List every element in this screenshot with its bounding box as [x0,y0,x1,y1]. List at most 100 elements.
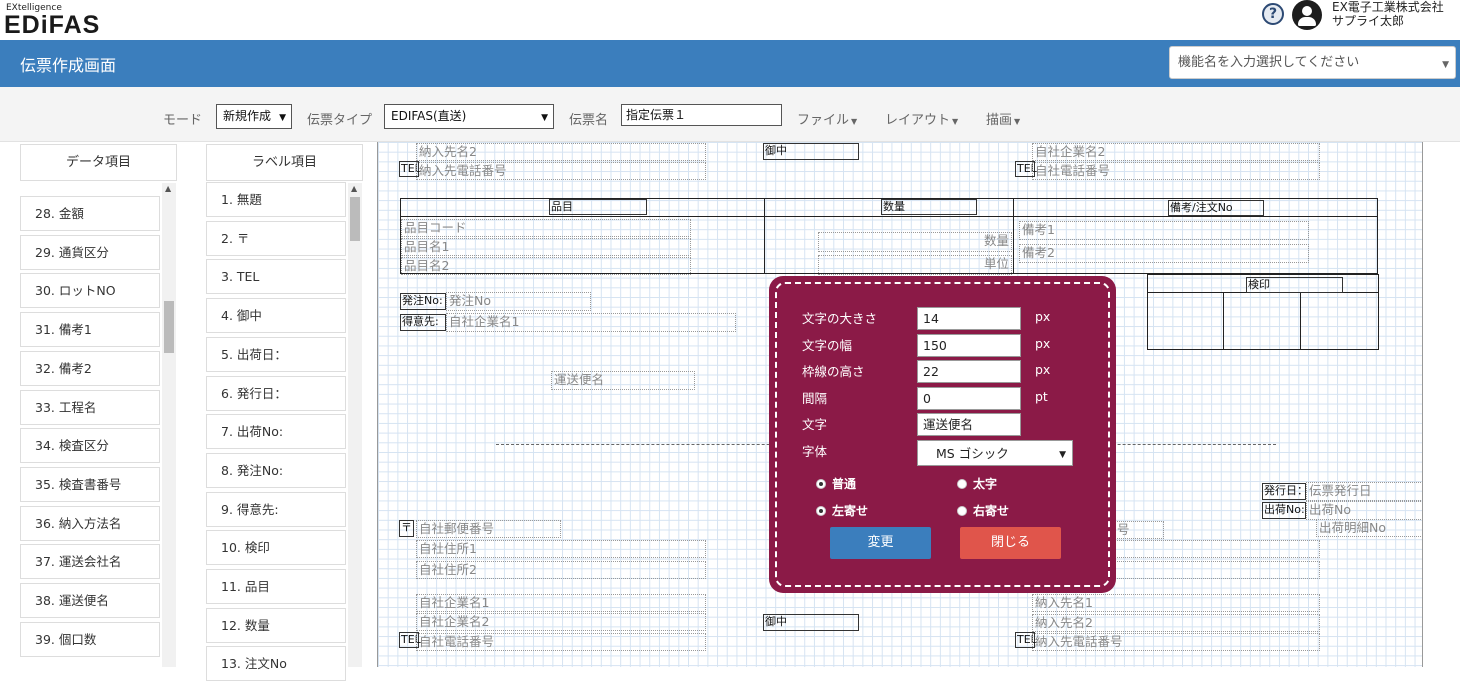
help-icon[interactable]: ? [1262,3,1284,25]
field-dest-name1[interactable]: 納入先名1 [1032,594,1320,612]
field-dest-tel[interactable]: 納入先電話番号 [416,162,706,180]
data-list-scrollbar[interactable]: ▲ [162,183,176,667]
user-avatar-icon[interactable] [1292,0,1322,30]
scroll-up-icon[interactable]: ▲ [165,184,171,193]
brand-logo[interactable]: EDiFAS [4,12,100,38]
slip-type-value: EDIFAS(直送) [391,109,467,123]
scroll-thumb[interactable] [164,301,174,353]
list-item[interactable]: 39. 個口数 [20,621,160,657]
list-item[interactable]: 37. 運送会社名 [20,544,160,580]
field-item-name2[interactable]: 品目名2 [401,257,691,275]
label-biko-chumon[interactable]: 備考/注文No [1168,200,1264,216]
list-item[interactable]: 8. 発注No: [206,452,346,488]
spacing-label: 間隔 [802,391,828,406]
label-onchu[interactable]: 御中 [763,143,859,160]
list-item[interactable]: 3. TEL [206,259,346,295]
field-note1[interactable]: 備考1 [1019,221,1309,240]
slip-type-select[interactable]: EDIFAS(直送) ▼ [384,104,554,129]
company-name: EX電子工業株式会社 [1332,0,1444,14]
mode-select[interactable]: 新規作成 ▼ [216,104,292,129]
label-issue-date[interactable]: 発行日： [1262,483,1308,500]
slip-name-label: 伝票名 [569,113,609,128]
list-item[interactable]: 6. 発行日： [206,375,346,411]
field-carrier[interactable]: 運送便名 [551,371,695,390]
field-po-no[interactable]: 発注No [446,292,591,311]
scroll-up-icon[interactable]: ▲ [351,184,357,193]
field-item-name1[interactable]: 品目名1 [401,238,691,256]
field-own-addr1[interactable]: 自社住所1 [416,540,706,558]
field-own-tel[interactable]: 自社電話番号 [416,633,706,651]
change-button[interactable]: 変更 [830,527,931,559]
list-item[interactable]: 33. 工程名 [20,389,160,425]
list-item[interactable]: 31. 備考1 [20,312,160,348]
menu-file[interactable]: ファイル ▼ [797,109,857,128]
label-zip[interactable]: 〒 [399,520,414,537]
list-item[interactable]: 36. 納入方法名 [20,505,160,541]
chevron-down-icon: ▼ [279,113,286,123]
scroll-thumb[interactable] [350,197,360,241]
field-own-name2[interactable]: 自社企業名2 [416,613,706,631]
text-input[interactable]: 運送便名 [917,413,1021,436]
data-items-header[interactable]: データ項目 [20,144,177,181]
field-item-code[interactable]: 品目コード [401,219,691,237]
font-select[interactable]: MS ゴシック ▼ [917,440,1073,466]
label-onchu[interactable]: 御中 [763,614,859,631]
frame-height-input[interactable]: 22 [917,360,1021,383]
menu-draw[interactable]: 描画 ▼ [986,109,1020,128]
label-items-header[interactable]: ラベル項目 [206,144,363,181]
field-dest-name2[interactable]: 納入先名2 [1032,614,1320,632]
field-dest-tel[interactable]: 納入先電話番号 [1032,633,1320,651]
canvas-margin [1423,142,1460,667]
field-note2[interactable]: 備考2 [1019,244,1309,263]
field-qty[interactable]: 数量 [818,232,1012,252]
function-select[interactable]: 機能名を入力選択してください ▼ [1169,46,1456,79]
radio-normal[interactable]: 普通 [816,475,856,492]
text-width-input[interactable]: 150 [917,334,1021,357]
close-button[interactable]: 閉じる [960,527,1061,559]
slip-type-label: 伝票タイプ [307,113,373,128]
label-ship-no[interactable]: 出荷No: [1262,502,1306,519]
list-item[interactable]: 10. 検印 [206,530,346,566]
list-item[interactable]: 30. ロットNO [20,273,160,309]
menu-layout[interactable]: レイアウト ▼ [885,109,958,128]
field-unit[interactable]: 単位 [818,255,1012,275]
field-own-tel[interactable]: 自社電話番号 [1032,162,1320,180]
field-partial[interactable]: 号 [1114,521,1164,539]
list-item[interactable]: 9. 得意先: [206,491,346,527]
slip-name-input[interactable]: 指定伝票１ [621,104,782,126]
field-customer[interactable]: 自社企業名1 [446,313,736,332]
radio-bold[interactable]: 太字 [957,475,997,492]
list-item[interactable]: 28. 金額 [20,196,160,231]
font-size-label: 文字の大きさ [802,311,878,326]
font-size-input[interactable]: 14 [917,307,1021,330]
list-item[interactable]: 35. 検査書番号 [20,466,160,502]
list-item[interactable]: 29. 通貨区分 [20,234,160,270]
list-item[interactable]: 4. 御中 [206,298,346,334]
radio-left-align[interactable]: 左寄せ [816,502,868,519]
field-own-zip[interactable]: 自社郵便番号 [416,520,561,538]
field-own-name1[interactable]: 自社企業名1 [416,594,706,612]
spacing-input[interactable]: 0 [917,387,1021,410]
list-item[interactable]: 34. 検査区分 [20,428,160,464]
list-item[interactable]: 7. 出荷No: [206,414,346,450]
list-item[interactable]: 13. 注文No [206,646,346,681]
list-item[interactable]: 38. 運送便名 [20,583,160,618]
list-item[interactable]: 5. 出荷日： [206,336,346,372]
label-kenin[interactable]: 検印 [1246,277,1343,293]
list-item[interactable]: 11. 品目 [206,569,346,604]
list-item[interactable]: 2. 〒 [206,220,346,256]
table-divider [764,198,765,274]
label-hatchu-no[interactable]: 発注No: [400,293,446,310]
field-dest-name2[interactable]: 納入先名2 [416,143,706,161]
label-list-scrollbar[interactable]: ▲ [348,183,362,667]
table-divider [400,216,1378,217]
list-item[interactable]: 32. 備考2 [20,350,160,386]
label-tokui[interactable]: 得意先: [400,314,446,331]
radio-right-align[interactable]: 右寄せ [957,502,1009,519]
list-item[interactable]: 1. 無題 [206,182,346,217]
label-hinmoku[interactable]: 品目 [549,199,647,215]
field-own-name2[interactable]: 自社企業名2 [1032,143,1320,161]
label-suryo[interactable]: 数量 [881,199,977,215]
list-item[interactable]: 12. 数量 [206,607,346,643]
field-own-addr2[interactable]: 自社住所2 [416,561,706,579]
